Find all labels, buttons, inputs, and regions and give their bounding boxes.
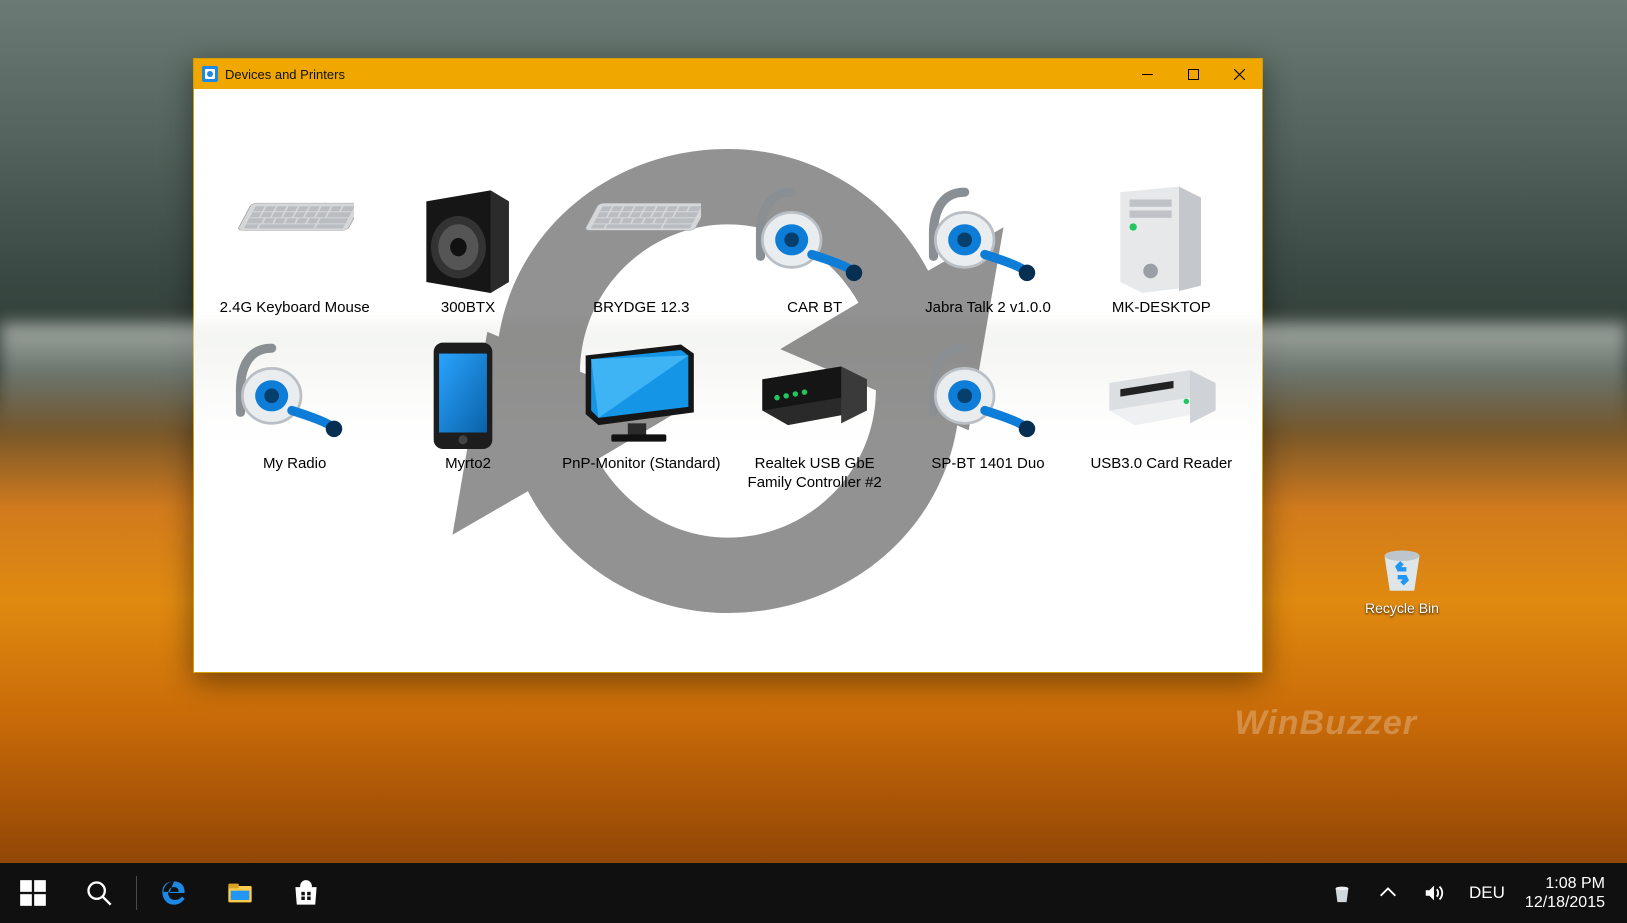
device-item[interactable]: MK-DESKTOP — [1079, 177, 1243, 317]
phone-icon — [386, 333, 550, 449]
minimize-button[interactable] — [1124, 59, 1170, 89]
start-button[interactable] — [0, 863, 66, 923]
device-label: 300BTX — [386, 299, 550, 317]
headset-icon — [906, 333, 1070, 449]
device-label: My Radio — [213, 455, 377, 473]
device-label: SP-BT 1401 Duo — [906, 455, 1070, 473]
headset-icon — [213, 333, 377, 449]
device-label: 2.4G Keyboard Mouse — [213, 299, 377, 317]
search-button[interactable] — [66, 863, 132, 923]
headset-icon — [733, 177, 897, 293]
window-title: Devices and Printers — [225, 67, 1124, 82]
keyboard-icon — [559, 177, 723, 293]
maximize-button[interactable] — [1170, 59, 1216, 89]
tray-language[interactable]: DEU — [1465, 863, 1509, 923]
device-label: CAR BT — [733, 299, 897, 317]
device-item[interactable]: 300BTX — [386, 177, 550, 317]
device-label: Myrto2 — [386, 455, 550, 473]
taskbar: DEU 1:08 PM 12/18/2015 — [0, 863, 1627, 923]
device-label: MK-DESKTOP — [1079, 299, 1243, 317]
taskbar-app-edge[interactable] — [141, 863, 207, 923]
recycle-bin-icon — [1374, 540, 1430, 596]
reader-icon — [1079, 333, 1243, 449]
close-button[interactable] — [1216, 59, 1262, 89]
device-item[interactable]: BRYDGE 12.3 — [559, 177, 723, 317]
device-item[interactable]: Realtek USB GbE Family Controller #2 — [733, 333, 897, 492]
desktop-icon-recycle-bin[interactable]: Recycle Bin — [1357, 540, 1447, 616]
tray-clock[interactable]: 1:08 PM 12/18/2015 — [1525, 874, 1615, 912]
window-content: 2.4G Keyboard Mouse 300BTX BRYDGE 12.3 CAR … — [194, 89, 1262, 672]
device-item[interactable]: Myrto2 — [386, 333, 550, 492]
taskbar-app-store[interactable] — [273, 863, 339, 923]
tray-recycle-icon[interactable] — [1327, 863, 1357, 923]
desktop-wallpaper: Recycle Bin WinBuzzer Devices and Printe… — [0, 0, 1627, 923]
monitor-icon — [559, 333, 723, 449]
device-item[interactable]: 2.4G Keyboard Mouse — [213, 177, 377, 317]
window-titlebar[interactable]: Devices and Printers — [194, 59, 1262, 89]
device-label: Jabra Talk 2 v1.0.0 — [906, 299, 1070, 317]
control-panel-icon — [202, 66, 218, 82]
keyboard-icon — [213, 177, 377, 293]
device-item[interactable]: My Radio — [213, 333, 377, 492]
device-label: PnP-Monitor (Standard) — [559, 455, 723, 473]
taskbar-app-explorer[interactable] — [207, 863, 273, 923]
device-item[interactable]: CAR BT — [733, 177, 897, 317]
tower-icon — [1079, 177, 1243, 293]
hub-icon — [733, 333, 897, 449]
device-label: USB3.0 Card Reader — [1079, 455, 1243, 473]
system-tray: DEU 1:08 PM 12/18/2015 — [1327, 863, 1627, 923]
tray-overflow-icon[interactable] — [1373, 863, 1403, 923]
devices-printers-window: Devices and Printers 2.4G — [193, 58, 1263, 673]
device-label: BRYDGE 12.3 — [559, 299, 723, 317]
device-grid: 2.4G Keyboard Mouse 300BTX BRYDGE 12.3 CAR … — [194, 89, 1262, 502]
speaker-icon — [386, 177, 550, 293]
recycle-bin-label: Recycle Bin — [1357, 600, 1447, 616]
tray-volume-icon[interactable] — [1419, 863, 1449, 923]
watermark: WinBuzzer — [1235, 704, 1417, 743]
device-item[interactable]: PnP-Monitor (Standard) — [559, 333, 723, 492]
headset-icon — [906, 177, 1070, 293]
taskbar-separator — [136, 876, 137, 910]
device-label: Realtek USB GbE Family Controller #2 — [733, 455, 897, 492]
device-item[interactable]: USB3.0 Card Reader — [1079, 333, 1243, 492]
tray-time: 1:08 PM — [1525, 874, 1605, 893]
device-item[interactable]: Jabra Talk 2 v1.0.0 — [906, 177, 1070, 317]
device-item[interactable]: SP-BT 1401 Duo — [906, 333, 1070, 492]
tray-date: 12/18/2015 — [1525, 893, 1605, 912]
